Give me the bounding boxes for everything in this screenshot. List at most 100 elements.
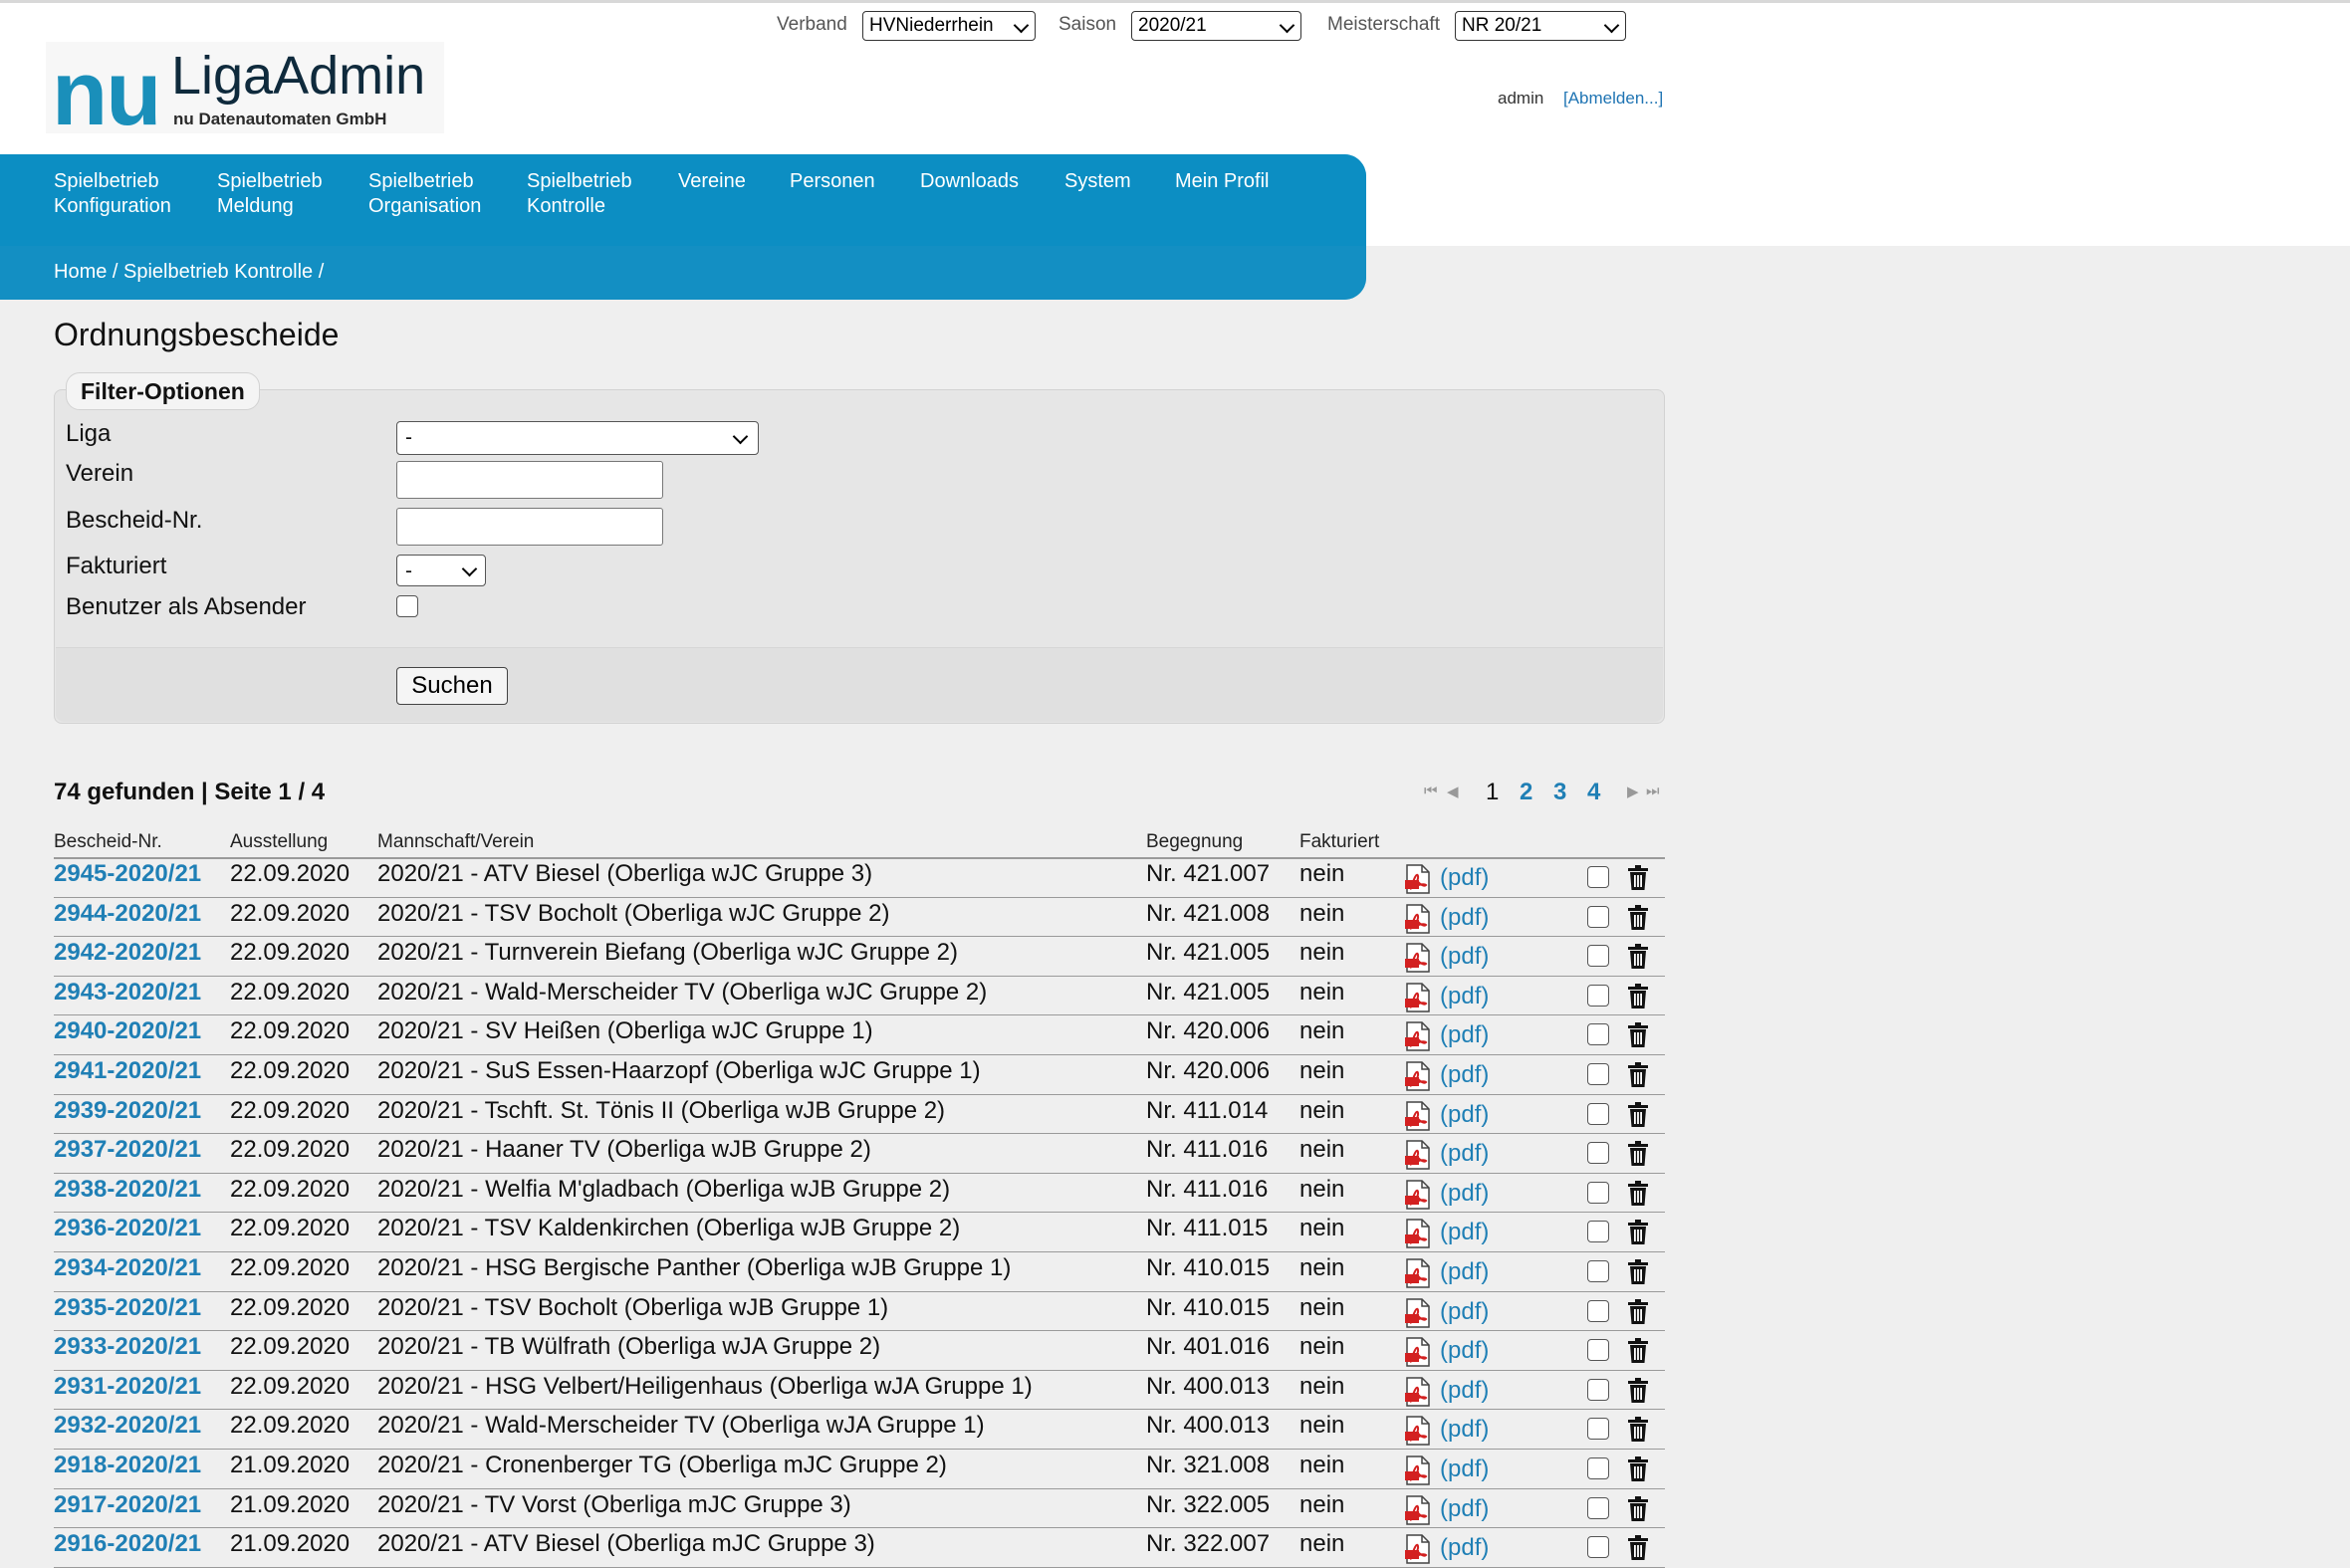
pdf-icon[interactable] [1404, 1258, 1432, 1288]
column-header-fakturiert[interactable]: Fakturiert [1299, 831, 1379, 853]
column-header-bescheid-nr[interactable]: Bescheid-Nr. [54, 831, 162, 853]
nav-item-vereine[interactable]: Vereine [678, 169, 746, 194]
row-select-checkbox[interactable] [1587, 945, 1609, 968]
page-2[interactable]: 2 [1520, 779, 1532, 806]
nav-item-system[interactable]: System [1064, 169, 1131, 194]
row-select-checkbox[interactable] [1587, 984, 1609, 1007]
pdf-link[interactable]: (pdf) [1440, 1061, 1489, 1089]
search-button[interactable]: Suchen [396, 667, 508, 705]
pdf-link[interactable]: (pdf) [1440, 1298, 1489, 1326]
pdf-icon[interactable] [1404, 1140, 1432, 1170]
row-select-checkbox[interactable] [1587, 1457, 1609, 1479]
pdf-link[interactable]: (pdf) [1440, 864, 1489, 892]
verein-input[interactable] [396, 461, 663, 499]
first-page-icon[interactable]: ⏮ [1424, 783, 1438, 799]
pdf-icon[interactable] [1404, 1297, 1432, 1328]
column-header-ausstellung[interactable]: Ausstellung [230, 831, 328, 853]
verband-select[interactable]: HVNiederrhein [862, 11, 1036, 41]
bescheid-nr-link[interactable]: 2931-2020/21 [54, 1373, 201, 1401]
column-header-begegnung[interactable]: Begegnung [1146, 831, 1243, 853]
fakturiert-select[interactable]: - [396, 555, 486, 586]
pdf-icon[interactable] [1404, 903, 1432, 934]
row-select-checkbox[interactable] [1587, 1102, 1609, 1125]
bescheid-nr-link[interactable]: 2943-2020/21 [54, 979, 201, 1007]
row-select-checkbox[interactable] [1587, 1378, 1609, 1401]
trash-icon[interactable] [1627, 1259, 1649, 1285]
bescheid-nr-link[interactable]: 2917-2020/21 [54, 1491, 201, 1519]
nav-item-spielbetrieb-organisation[interactable]: Spielbetrieb Organisation [368, 169, 481, 219]
pdf-icon[interactable] [1404, 1416, 1432, 1447]
row-select-checkbox[interactable] [1587, 1142, 1609, 1165]
pdf-icon[interactable] [1404, 1377, 1432, 1407]
last-page-icon[interactable]: ⏭ [1646, 783, 1660, 799]
bescheid-nr-link[interactable]: 2941-2020/21 [54, 1057, 201, 1085]
pdf-link[interactable]: (pdf) [1440, 1416, 1489, 1444]
page-4[interactable]: 4 [1587, 779, 1600, 806]
trash-icon[interactable] [1627, 1495, 1649, 1522]
pdf-link[interactable]: (pdf) [1440, 1101, 1489, 1129]
trash-icon[interactable] [1627, 1062, 1649, 1088]
breadcrumb[interactable]: Home / Spielbetrieb Kontrolle / [54, 261, 324, 284]
pdf-icon[interactable] [1404, 1219, 1432, 1249]
bescheid-nr-link[interactable]: 2916-2020/21 [54, 1530, 201, 1558]
next-page-icon[interactable]: ▶ [1627, 783, 1639, 800]
trash-icon[interactable] [1627, 1377, 1649, 1404]
absender-checkbox[interactable] [396, 595, 418, 617]
trash-icon[interactable] [1627, 1417, 1649, 1443]
trash-icon[interactable] [1627, 1338, 1649, 1364]
pdf-link[interactable]: (pdf) [1440, 904, 1489, 932]
trash-icon[interactable] [1627, 1535, 1649, 1561]
row-select-checkbox[interactable] [1587, 1418, 1609, 1441]
pdf-icon[interactable] [1404, 1100, 1432, 1131]
saison-select[interactable]: 2020/21 [1131, 11, 1301, 41]
trash-icon[interactable] [1627, 1298, 1649, 1325]
row-select-checkbox[interactable] [1587, 1339, 1609, 1362]
row-select-checkbox[interactable] [1587, 1063, 1609, 1085]
pdf-link[interactable]: (pdf) [1440, 1456, 1489, 1483]
trash-icon[interactable] [1627, 1141, 1649, 1167]
bescheid-nr-link[interactable]: 2934-2020/21 [54, 1254, 201, 1282]
row-select-checkbox[interactable] [1587, 1023, 1609, 1046]
row-select-checkbox[interactable] [1587, 1496, 1609, 1519]
pdf-icon[interactable] [1404, 943, 1432, 973]
bescheid-nr-link[interactable]: 2918-2020/21 [54, 1452, 201, 1479]
pdf-icon[interactable] [1404, 1021, 1432, 1052]
pdf-icon[interactable] [1404, 983, 1432, 1012]
trash-icon[interactable] [1627, 1456, 1649, 1482]
nav-item-downloads[interactable]: Downloads [920, 169, 1019, 194]
previous-page-icon[interactable]: ◀ [1447, 783, 1459, 800]
bescheid-nr-link[interactable]: 2935-2020/21 [54, 1294, 201, 1322]
nav-item-spielbetrieb-konfiguration[interactable]: Spielbetrieb Konfiguration [54, 169, 171, 219]
nav-item-mein-profil[interactable]: Mein Profil [1175, 169, 1269, 194]
row-select-checkbox[interactable] [1587, 1299, 1609, 1322]
pdf-link[interactable]: (pdf) [1440, 1140, 1489, 1168]
bescheid-nr-link[interactable]: 2944-2020/21 [54, 900, 201, 928]
bescheid-nr-link[interactable]: 2939-2020/21 [54, 1097, 201, 1125]
page-3[interactable]: 3 [1553, 779, 1566, 806]
pdf-link[interactable]: (pdf) [1440, 983, 1489, 1010]
pdf-icon[interactable] [1404, 1337, 1432, 1367]
pdf-icon[interactable] [1404, 1456, 1432, 1485]
meisterschaft-select[interactable]: NR 20/21 [1455, 11, 1626, 41]
row-select-checkbox[interactable] [1587, 1260, 1609, 1282]
bescheid-nr-link[interactable]: 2938-2020/21 [54, 1176, 201, 1204]
row-select-checkbox[interactable] [1587, 866, 1609, 888]
bescheid-nr-link[interactable]: 2936-2020/21 [54, 1215, 201, 1242]
pdf-link[interactable]: (pdf) [1440, 1219, 1489, 1246]
pdf-link[interactable]: (pdf) [1440, 1180, 1489, 1208]
nav-item-spielbetrieb-kontrolle[interactable]: Spielbetrieb Kontrolle [527, 169, 632, 219]
trash-icon[interactable] [1627, 865, 1649, 891]
trash-icon[interactable] [1627, 1220, 1649, 1245]
pdf-link[interactable]: (pdf) [1440, 1337, 1489, 1365]
trash-icon[interactable] [1627, 904, 1649, 931]
pdf-link[interactable]: (pdf) [1440, 1258, 1489, 1286]
bescheid-nr-link[interactable]: 2942-2020/21 [54, 939, 201, 967]
bescheid-nr-link[interactable]: 2932-2020/21 [54, 1412, 201, 1440]
bescheid-nr-link[interactable]: 2945-2020/21 [54, 860, 201, 888]
trash-icon[interactable] [1627, 983, 1649, 1009]
pdf-link[interactable]: (pdf) [1440, 1495, 1489, 1523]
row-select-checkbox[interactable] [1587, 905, 1609, 928]
row-select-checkbox[interactable] [1587, 1221, 1609, 1243]
bescheid-nr-link[interactable]: 2933-2020/21 [54, 1333, 201, 1361]
pdf-icon[interactable] [1404, 864, 1432, 894]
